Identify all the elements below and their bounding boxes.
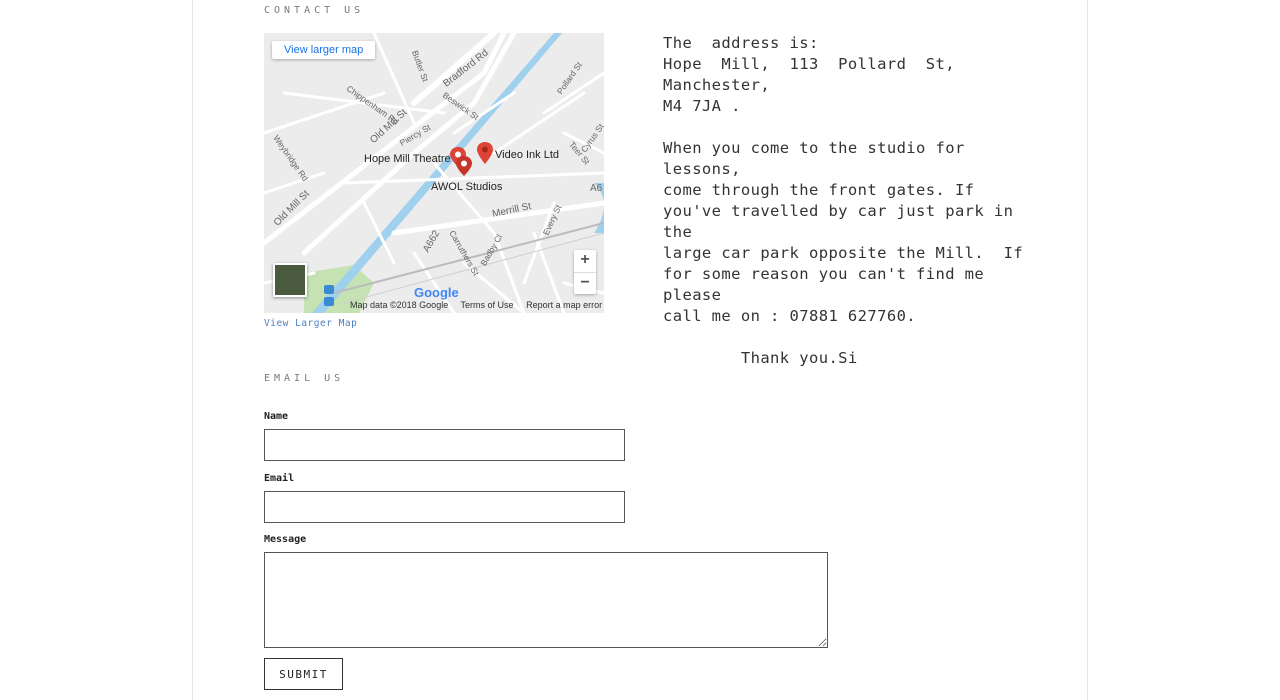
address-text: The address is: Hope Mill, 113 Pollard S… [663,34,1024,367]
view-larger-map-link[interactable]: View Larger Map [264,318,357,329]
map-pin-icon[interactable] [456,156,472,176]
map-footer: Map data ©2018 Google Terms of Use Repor… [350,300,604,310]
transit-icon [324,285,334,306]
view-larger-map-button[interactable]: View larger map [272,41,376,59]
map-pin-icon[interactable] [477,142,493,164]
name-label: Name [264,411,289,422]
street-a6: A6 [590,183,603,194]
map-canvas[interactable] [264,33,604,313]
place-hope-mill-theatre[interactable]: Hope Mill Theatre [364,153,451,165]
name-input[interactable] [264,429,625,461]
embedded-map[interactable]: Bradford Rd Old Mill St Old Mill St Merr… [264,33,604,313]
email-label: Email [264,473,295,484]
email-input[interactable] [264,491,625,523]
zoom-in-button[interactable]: + [574,250,596,272]
contact-heading: CONTACT US [264,5,365,16]
message-textarea[interactable] [264,552,828,648]
google-logo: Google [414,285,459,300]
email-heading: EMAIL US [264,373,345,384]
message-label: Message [264,534,307,545]
satellite-toggle[interactable] [273,263,307,297]
zoom-control[interactable]: + − [574,250,596,294]
submit-button[interactable]: SUBMIT [264,658,343,690]
terms-of-use-link[interactable]: Terms of Use [461,300,514,310]
place-video-ink[interactable]: Video Ink Ltd [495,149,559,161]
report-map-error-link[interactable]: Report a map error [526,300,602,310]
place-awol-studios[interactable]: AWOL Studios [431,181,502,193]
map-data-attribution: Map data ©2018 Google [350,300,449,310]
zoom-out-button[interactable]: − [574,273,596,295]
